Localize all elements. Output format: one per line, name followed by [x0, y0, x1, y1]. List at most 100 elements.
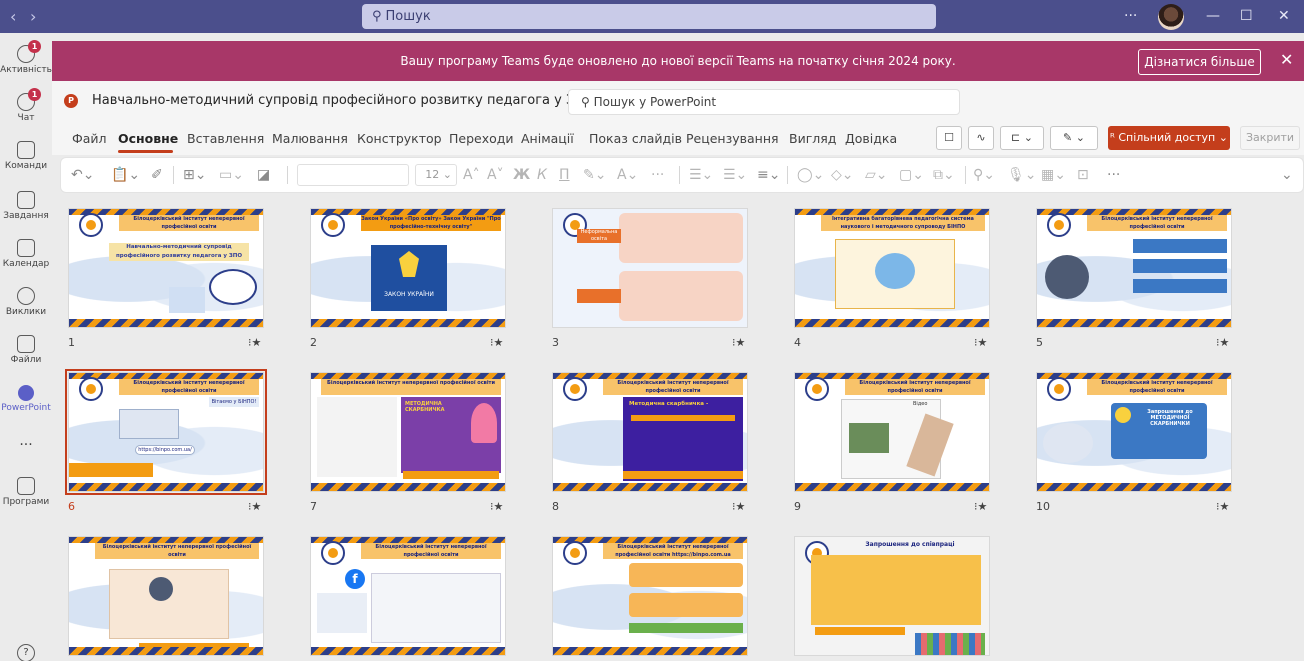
help-icon[interactable]: ? [17, 644, 35, 661]
italic-icon[interactable]: К [537, 167, 547, 183]
slide-thumbnail-13[interactable]: Білоцерківський інститут неперервної про… [552, 536, 748, 656]
effects-icon[interactable]: ▢⌄ [899, 167, 924, 183]
dictate-icon[interactable]: 🎙⌄ [1007, 167, 1037, 183]
present-icon[interactable]: ⊏ ⌄ [1000, 126, 1044, 150]
rail-item-teams[interactable]: Команди [0, 141, 52, 171]
slide-thumbnail-2[interactable]: Закон України «Про освіту» Закон України… [310, 208, 506, 328]
fill-icon[interactable]: ◇⌄ [831, 167, 854, 183]
format-painter-icon[interactable]: ✐ [151, 167, 163, 183]
tab-help[interactable]: Довідка [845, 131, 897, 146]
transition-star-icon[interactable]: ⁝★ [974, 500, 987, 513]
file-icon [17, 335, 35, 353]
tab-home[interactable]: Основне [118, 131, 178, 146]
rail-item-calls[interactable]: Виклики [0, 287, 52, 317]
transition-star-icon[interactable]: ⁝★ [732, 336, 745, 349]
learn-more-button[interactable]: Дізнатися більше [1138, 49, 1261, 75]
maximize-icon[interactable]: ☐ [1240, 0, 1253, 33]
expand-ribbon-icon[interactable]: ⌄ [1281, 167, 1293, 183]
layout-icon[interactable]: ▭⌄ [219, 167, 244, 183]
bullets-icon[interactable]: ☰⌄ [689, 167, 713, 183]
find-icon[interactable]: ⚲⌄ [973, 167, 995, 183]
slide-title: Вітаємо у БІНПО! [209, 397, 259, 407]
tab-review[interactable]: Рецензування [686, 131, 779, 146]
transition-star-icon[interactable]: ⁝★ [732, 500, 745, 513]
reset-icon[interactable]: ◪ [257, 167, 270, 183]
document-title[interactable]: Навчально-методичний супровід професійно… [92, 93, 609, 108]
transition-star-icon[interactable]: ⁝★ [1216, 500, 1229, 513]
slide-thumbnail-10[interactable]: Білоцерківський інститут неперервної про… [1036, 372, 1232, 492]
numbering-icon[interactable]: ☰⌄ [723, 167, 747, 183]
transition-star-icon[interactable]: ⁝★ [1216, 336, 1229, 349]
slide-thumbnail-9[interactable]: Білоцерківський інститут неперервної про… [794, 372, 990, 492]
pen-icon[interactable]: ✎ ⌄ [1050, 126, 1098, 150]
activity-icon[interactable]: ∿ [968, 126, 994, 150]
rail-item-calendar[interactable]: Календар [0, 239, 52, 269]
transition-star-icon[interactable]: ⁝★ [974, 336, 987, 349]
comment-icon[interactable]: ☐ [936, 126, 962, 150]
slide-thumbnail-5[interactable]: Білоцерківський інститут неперервної про… [1036, 208, 1232, 328]
transition-star-icon[interactable]: ⁝★ [490, 336, 503, 349]
forward-icon[interactable]: › [30, 7, 36, 26]
transition-star-icon[interactable]: ⁝★ [248, 500, 261, 513]
minimize-icon[interactable]: — [1206, 0, 1220, 33]
tab-file[interactable]: Файл [72, 131, 107, 146]
grow-font-icon[interactable]: A˄ [463, 167, 480, 183]
slide-thumbnail-3[interactable]: Неформальна освіта [552, 208, 748, 328]
paste-icon[interactable]: 📋⌄ [111, 167, 140, 183]
slide-thumbnail-6[interactable]: Білоцерківський інститут неперервної про… [65, 369, 267, 495]
institute-logo-icon [79, 213, 103, 237]
slide-thumbnail-11[interactable]: Білоцерківський інститут неперервної про… [68, 536, 264, 656]
font-size-select[interactable]: 12 ⌄ [415, 164, 457, 186]
slide-thumbnail-12[interactable]: Білоцерківський інститут неперервної про… [310, 536, 506, 656]
font-color-icon[interactable]: A⌄ [617, 167, 638, 183]
slide-thumbnail-8[interactable]: Білоцерківський інститут неперервної про… [552, 372, 748, 492]
close-button[interactable]: Закрити [1240, 126, 1300, 150]
addins-icon[interactable]: ⊡ [1077, 167, 1089, 183]
more-options-icon[interactable]: ··· [1124, 0, 1137, 33]
search-input[interactable]: ⚲ Пошук [362, 4, 936, 29]
slide-thumbnail-7[interactable]: Білоцерківський інститут неперервної про… [310, 372, 506, 492]
back-icon[interactable]: ‹ [10, 7, 16, 26]
outline-icon[interactable]: ▱⌄ [865, 167, 888, 183]
tab-slideshow[interactable]: Показ слайдів [589, 131, 682, 146]
new-slide-icon[interactable]: ⊞⌄ [183, 167, 206, 183]
transition-star-icon[interactable]: ⁝★ [248, 336, 261, 349]
rail-item-files[interactable]: Файли [0, 335, 52, 365]
tab-animations[interactable]: Анімації [521, 131, 574, 146]
powerpoint-search-input[interactable]: ⚲ Пошук у PowerPoint [568, 89, 960, 115]
rail-label: Програми [2, 497, 50, 507]
institute-logo-icon [805, 377, 829, 401]
rail-item-chat[interactable]: 1 Чат [0, 88, 52, 123]
shrink-font-icon[interactable]: A˅ [487, 167, 504, 183]
undo-icon[interactable]: ↶⌄ [71, 167, 94, 183]
teams-icon [17, 141, 35, 159]
rail-item-tasks[interactable]: Завдання [0, 191, 52, 221]
arrange-icon[interactable]: ⧉⌄ [933, 167, 955, 183]
transition-star-icon[interactable]: ⁝★ [490, 500, 503, 513]
close-icon[interactable]: ✕ [1280, 50, 1293, 69]
close-window-icon[interactable]: ✕ [1278, 0, 1290, 33]
shapes-icon[interactable]: ◯⌄ [797, 167, 824, 183]
tab-view[interactable]: Вигляд [789, 131, 836, 146]
more-font-icon[interactable]: ··· [651, 167, 664, 183]
tab-insert[interactable]: Вставлення [187, 131, 264, 146]
slide-thumbnail-14[interactable]: Запрошення до співпраці [794, 536, 990, 656]
tab-transitions[interactable]: Переходи [449, 131, 514, 146]
slide-thumbnail-1[interactable]: Білоцерківський інститут неперервної про… [68, 208, 264, 328]
slide-thumbnail-4[interactable]: Інтегративна багаторівнева педагогічна с… [794, 208, 990, 328]
align-icon[interactable]: ≡⌄ [757, 167, 780, 183]
tab-draw[interactable]: Малювання [272, 131, 348, 146]
more-toolbar-icon[interactable]: ··· [1107, 167, 1120, 183]
highlight-icon[interactable]: ✎⌄ [583, 167, 606, 183]
share-button[interactable]: ᴿ Спільний доступ ⌄ [1108, 126, 1230, 150]
underline-icon[interactable]: П [559, 167, 570, 183]
tab-design[interactable]: Конструктор [357, 131, 442, 146]
bold-icon[interactable]: Ж [513, 167, 530, 183]
designer-icon[interactable]: ▦⌄ [1041, 167, 1066, 183]
rail-item-apps[interactable]: Програми [0, 477, 52, 507]
rail-item-powerpoint[interactable]: PowerPoint [0, 385, 52, 413]
rail-item-activity[interactable]: 1 Активність [0, 40, 52, 75]
avatar[interactable] [1158, 4, 1184, 30]
rail-item-more[interactable]: ··· [0, 437, 52, 453]
font-family-select[interactable] [297, 164, 409, 186]
